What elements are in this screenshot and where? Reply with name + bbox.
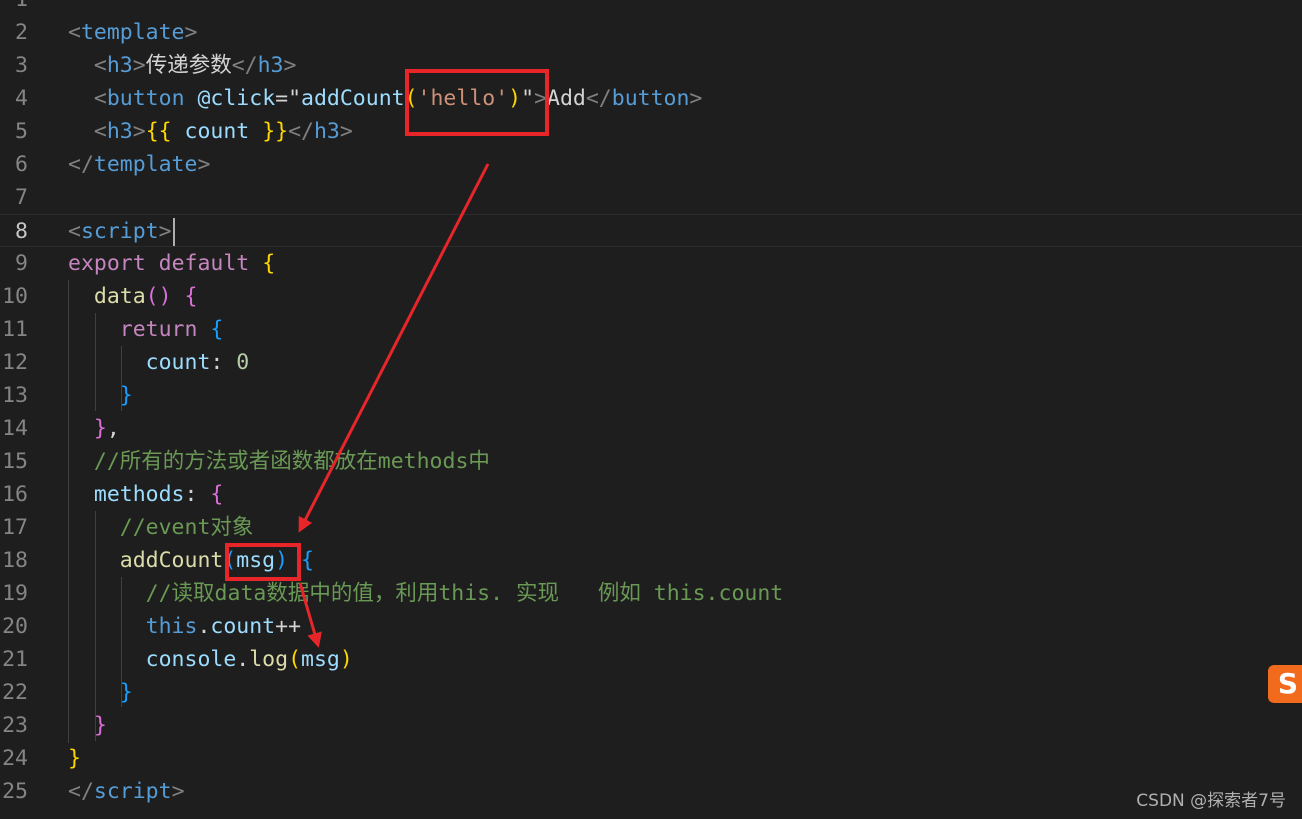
csdn-watermark: CSDN @探索者7号 xyxy=(1136,791,1286,811)
sogou-input-icon[interactable]: S xyxy=(1268,665,1302,703)
arrow-hello-to-msg xyxy=(298,163,490,533)
annotation-arrows xyxy=(298,163,490,648)
arrow-msg-to-log xyxy=(298,582,322,648)
